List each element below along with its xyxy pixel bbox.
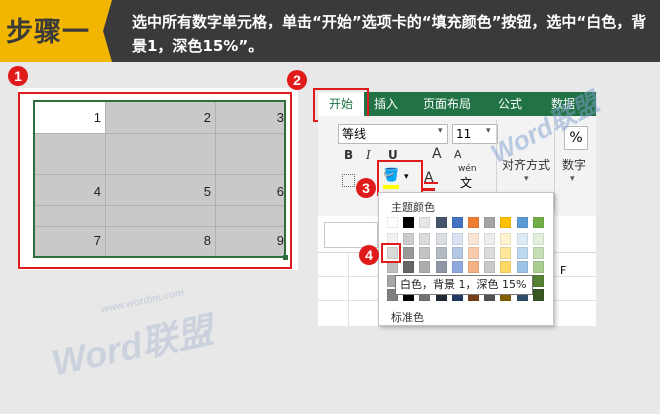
- step-marker-4: 4: [359, 245, 379, 265]
- italic-button[interactable]: I: [366, 148, 371, 162]
- shade-swatch[interactable]: [435, 233, 447, 245]
- shade-swatch[interactable]: [516, 247, 528, 259]
- color-swatch[interactable]: [516, 217, 528, 228]
- shade-swatch[interactable]: [468, 247, 479, 259]
- sheet-gridline: [348, 252, 349, 326]
- shade-swatch[interactable]: [435, 261, 447, 273]
- chevron-down-icon[interactable]: ▾: [524, 174, 529, 184]
- shade-swatch[interactable]: [484, 233, 496, 245]
- shade-swatch[interactable]: [419, 233, 431, 245]
- color-swatch[interactable]: [419, 217, 431, 228]
- shade-swatch[interactable]: [484, 247, 496, 259]
- color-swatch[interactable]: [435, 217, 447, 228]
- font-color-bar: [421, 188, 435, 191]
- color-swatch[interactable]: [468, 217, 479, 228]
- highlight-box-4: [381, 243, 401, 263]
- tab-page-layout[interactable]: 页面布局: [414, 92, 480, 116]
- bold-button[interactable]: B: [344, 148, 353, 162]
- shade-swatch[interactable]: [532, 247, 544, 259]
- shade-swatch[interactable]: [403, 247, 415, 259]
- number-group[interactable]: 数字: [562, 156, 586, 173]
- shade-swatch[interactable]: [500, 261, 512, 273]
- column-header-f: F: [560, 264, 567, 277]
- theme-colors-title: 主题颜色: [391, 201, 435, 214]
- shrink-font-button[interactable]: A: [454, 148, 462, 161]
- fill-color-palette: 主题颜色 标准色: [378, 192, 554, 326]
- shade-swatch[interactable]: [500, 247, 512, 259]
- shade-swatch[interactable]: [484, 261, 496, 273]
- step-marker-2: 2: [287, 70, 307, 90]
- dropdown-arrow-icon[interactable]: ▾: [438, 126, 443, 136]
- step-marker-1: 1: [8, 66, 28, 86]
- highlight-box-3: [377, 160, 423, 196]
- shade-swatch[interactable]: [532, 233, 544, 245]
- watermark-logo-bottom: Word联盟: [48, 309, 217, 384]
- step-badge-text: 步骤一: [6, 17, 90, 48]
- shade-swatch[interactable]: [532, 289, 544, 301]
- highlight-box-1: [18, 92, 292, 269]
- shade-swatch[interactable]: [468, 261, 479, 273]
- tab-insert[interactable]: 插入: [366, 92, 406, 116]
- shade-swatch[interactable]: [419, 261, 431, 273]
- color-swatch[interactable]: [403, 217, 415, 228]
- shade-swatch[interactable]: [532, 275, 544, 287]
- shade-swatch[interactable]: [516, 233, 528, 245]
- color-swatch[interactable]: [387, 217, 398, 228]
- shade-swatch[interactable]: [500, 233, 512, 245]
- header-bar: 步骤一 选中所有数字单元格，单击“开始”选项卡的“填充颜色”按钮，选中“白色，背…: [0, 0, 660, 62]
- shade-swatch[interactable]: [419, 247, 431, 259]
- grow-font-button[interactable]: A: [432, 146, 442, 162]
- step-marker-3: 3: [356, 178, 376, 198]
- shade-swatch[interactable]: [451, 261, 463, 273]
- color-tooltip: 白色，背景 1，深色 15%: [395, 275, 533, 295]
- tab-formulas[interactable]: 公式: [490, 92, 530, 116]
- shade-swatch[interactable]: [403, 233, 415, 245]
- standard-colors-title: 标准色: [391, 311, 424, 324]
- shade-swatch[interactable]: [468, 233, 479, 245]
- phonetic-char-icon[interactable]: 文: [460, 174, 472, 191]
- border-icon[interactable]: [342, 174, 355, 187]
- step-badge: 步骤一: [0, 0, 112, 62]
- phonetic-button[interactable]: wén: [458, 164, 477, 174]
- pointer-line: [424, 182, 438, 184]
- shade-swatch[interactable]: [435, 247, 447, 259]
- color-swatch[interactable]: [500, 217, 512, 228]
- color-swatch[interactable]: [484, 217, 496, 228]
- shade-swatch[interactable]: [403, 261, 415, 273]
- shade-swatch[interactable]: [451, 247, 463, 259]
- shade-swatch[interactable]: [451, 233, 463, 245]
- instruction-text: 选中所有数字单元格，单击“开始”选项卡的“填充颜色”按钮，选中“白色，背景1，深…: [132, 13, 647, 55]
- shade-swatch[interactable]: [516, 261, 528, 273]
- color-swatch[interactable]: [532, 217, 544, 228]
- shade-swatch[interactable]: [532, 261, 544, 273]
- color-swatch[interactable]: [451, 217, 463, 228]
- font-name-box[interactable]: 等线: [338, 124, 448, 144]
- chevron-down-icon[interactable]: ▾: [570, 174, 575, 184]
